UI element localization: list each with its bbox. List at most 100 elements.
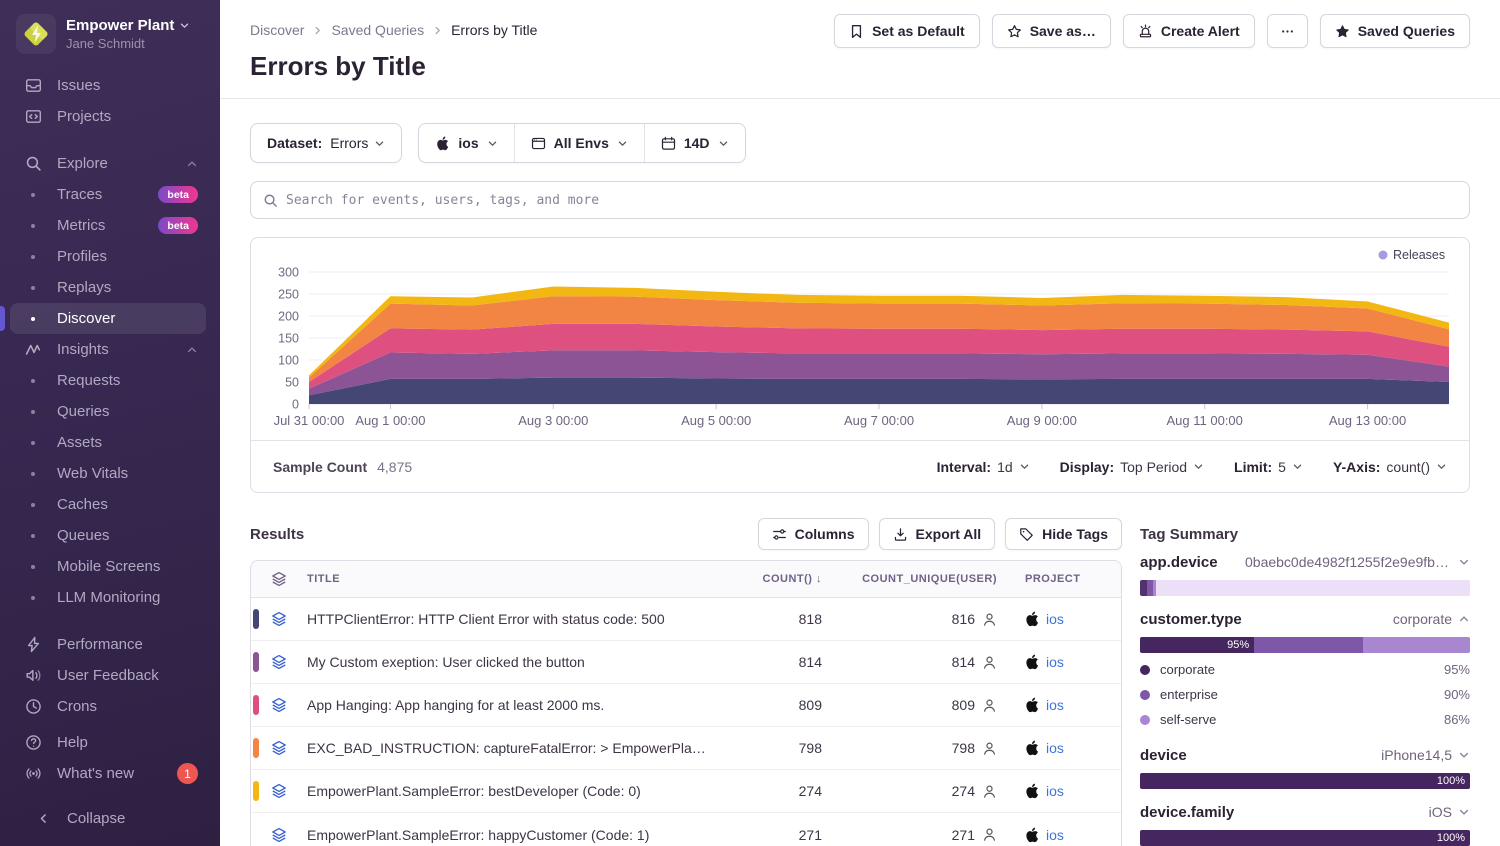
dataset-selector[interactable]: Dataset: Errors [250, 123, 402, 163]
sidebar-item-crons[interactable]: Crons [10, 691, 206, 722]
tag-distribution-bar[interactable]: 100% [1140, 773, 1470, 789]
sidebar-item-issues[interactable]: Issues [10, 70, 206, 101]
tag-distribution-bar[interactable]: 95% [1140, 637, 1470, 653]
sidebar-item-explore[interactable]: Explore [10, 148, 206, 179]
sidebar-item-requests[interactable]: Requests [10, 365, 206, 396]
nav-section: Performance User Feedback Crons [10, 629, 206, 722]
tag-breakdown-row[interactable]: corporate95% [1140, 657, 1470, 682]
project-link[interactable]: ios [1046, 827, 1064, 843]
sidebar-item-assets[interactable]: Assets [10, 427, 206, 458]
chevron-up-icon[interactable] [186, 344, 198, 356]
row-title[interactable]: My Custom exeption: User clicked the but… [307, 654, 726, 670]
tag-value-toggle[interactable]: corporate [1393, 611, 1470, 627]
y-axis-control[interactable]: Y-Axis:count() [1333, 459, 1447, 475]
sidebar-item-label: Discover [57, 310, 115, 327]
sidebar-item-mobile-screens[interactable]: Mobile Screens [10, 551, 206, 582]
limit-control[interactable]: Limit:5 [1234, 459, 1303, 475]
control-value: Top Period [1120, 459, 1187, 475]
tag-value-toggle[interactable]: iOS [1429, 804, 1470, 820]
date-range-filter[interactable]: 14D [644, 124, 745, 162]
search-input[interactable] [286, 193, 1457, 208]
environment-filter[interactable]: All Envs [514, 124, 644, 162]
row-title[interactable]: HTTPClientError: HTTP Client Error with … [307, 611, 726, 627]
sidebar-item-label: User Feedback [57, 667, 159, 684]
create-alert-button[interactable]: Create Alert [1123, 14, 1255, 48]
tag-distribution-bar[interactable] [1140, 580, 1470, 596]
table-row[interactable]: EmpowerPlant.SampleError: happyCustomer … [251, 813, 1121, 846]
tag-name: device.family [1140, 804, 1234, 821]
tag-value-toggle[interactable]: 0baebc0de4982f1255f2e9e9fb7… [1245, 554, 1470, 570]
tag-card-app-device: app.device0baebc0de4982f1255f2e9e9fb7… [1140, 554, 1470, 596]
more-options-button[interactable] [1267, 14, 1308, 48]
sidebar-item-what-s-new[interactable]: What's new1 [10, 758, 206, 789]
sidebar-item-queries[interactable]: Queries [10, 396, 206, 427]
user-icon[interactable] [982, 655, 997, 670]
sidebar-item-insights[interactable]: Insights [10, 334, 206, 365]
row-title[interactable]: EXC_BAD_INSTRUCTION: captureFatalError: … [307, 740, 726, 756]
sidebar-item-metrics[interactable]: Metricsbeta [10, 210, 206, 241]
table-row[interactable]: EXC_BAD_INSTRUCTION: captureFatalError: … [251, 727, 1121, 770]
bar-segment: 100% [1140, 773, 1470, 789]
chart-card: 050100150200250300Jul 31 00:00Aug 1 00:0… [250, 237, 1470, 493]
breadcrumb-item[interactable]: Discover [250, 22, 304, 38]
hide-tags-button[interactable]: Hide Tags [1005, 518, 1122, 550]
save-as-button[interactable]: Save as… [992, 14, 1111, 48]
set-as-default-button[interactable]: Set as Default [834, 14, 980, 48]
column-header-title[interactable]: TITLE [307, 573, 726, 585]
project-link[interactable]: ios [1046, 783, 1064, 799]
row-count-unique: 271 [836, 827, 1011, 843]
row-title[interactable]: EmpowerPlant.SampleError: happyCustomer … [307, 827, 726, 843]
column-header-count-unique[interactable]: COUNT_UNIQUE(USER) [836, 573, 1011, 585]
tag-breakdown-row[interactable]: enterprise90% [1140, 682, 1470, 707]
interval-control[interactable]: Interval:1d [937, 459, 1030, 475]
sidebar-item-performance[interactable]: Performance [10, 629, 206, 660]
results-section: Results ColumnsExport AllHide Tags TITLE… [250, 518, 1122, 846]
sidebar-item-profiles[interactable]: Profiles [10, 241, 206, 272]
sidebar-item-llm-monitoring[interactable]: LLM Monitoring [10, 582, 206, 613]
user-icon[interactable] [982, 698, 997, 713]
sidebar-item-help[interactable]: Help [10, 727, 206, 758]
chevron-up-icon[interactable] [186, 158, 198, 170]
sidebar-item-discover[interactable]: Discover [10, 303, 206, 334]
project-link[interactable]: ios [1046, 654, 1064, 670]
project-link[interactable]: ios [1046, 697, 1064, 713]
siren-icon [1138, 24, 1153, 39]
row-title[interactable]: App Hanging: App hanging for at least 20… [307, 697, 726, 713]
tag-distribution-bar[interactable]: 100% [1140, 830, 1470, 846]
columns-button[interactable]: Columns [758, 518, 869, 550]
column-header-count[interactable]: COUNT() ↓ [726, 573, 836, 585]
project-link[interactable]: ios [1046, 740, 1064, 756]
table-row[interactable]: HTTPClientError: HTTP Client Error with … [251, 598, 1121, 641]
table-row[interactable]: EmpowerPlant.SampleError: bestDeveloper … [251, 770, 1121, 813]
sidebar-item-projects[interactable]: Projects [10, 101, 206, 132]
tag-breakdown-row[interactable]: self-serve86% [1140, 707, 1470, 732]
saved-queries-button[interactable]: Saved Queries [1320, 14, 1470, 48]
column-header-project[interactable]: PROJECT [1011, 573, 1121, 585]
row-title[interactable]: EmpowerPlant.SampleError: bestDeveloper … [307, 783, 726, 799]
display-control[interactable]: Display:Top Period [1060, 459, 1204, 475]
tag-summary-panel: Tag Summary app.device0baebc0de4982f1255… [1140, 518, 1470, 846]
export-all-button[interactable]: Export All [879, 518, 996, 550]
sidebar-item-web-vitals[interactable]: Web Vitals [10, 458, 206, 489]
user-icon[interactable] [982, 827, 997, 842]
broadcast-icon [24, 765, 42, 782]
breadcrumb-item[interactable]: Saved Queries [331, 22, 424, 38]
sidebar-item-queues[interactable]: Queues [10, 520, 206, 551]
sidebar-item-replays[interactable]: Replays [10, 272, 206, 303]
user-icon[interactable] [982, 612, 997, 627]
tag-value-toggle[interactable]: iPhone14,5 [1381, 747, 1470, 763]
sidebar-item-label: Metrics [57, 217, 105, 234]
sidebar-item-caches[interactable]: Caches [10, 489, 206, 520]
breakdown-percent: 86% [1444, 712, 1470, 727]
sidebar-item-user-feedback[interactable]: User Feedback [10, 660, 206, 691]
table-row[interactable]: App Hanging: App hanging for at least 20… [251, 684, 1121, 727]
user-icon[interactable] [982, 784, 997, 799]
breadcrumb-item[interactable]: Errors by Title [451, 22, 537, 38]
sidebar-collapse[interactable]: Collapse [10, 803, 206, 834]
org-switcher[interactable]: Empower Plant Jane Schmidt [0, 0, 220, 64]
table-row[interactable]: My Custom exeption: User clicked the but… [251, 641, 1121, 684]
project-link[interactable]: ios [1046, 611, 1064, 627]
project-filter[interactable]: ios [419, 124, 513, 162]
sidebar-item-traces[interactable]: Tracesbeta [10, 179, 206, 210]
user-icon[interactable] [982, 741, 997, 756]
